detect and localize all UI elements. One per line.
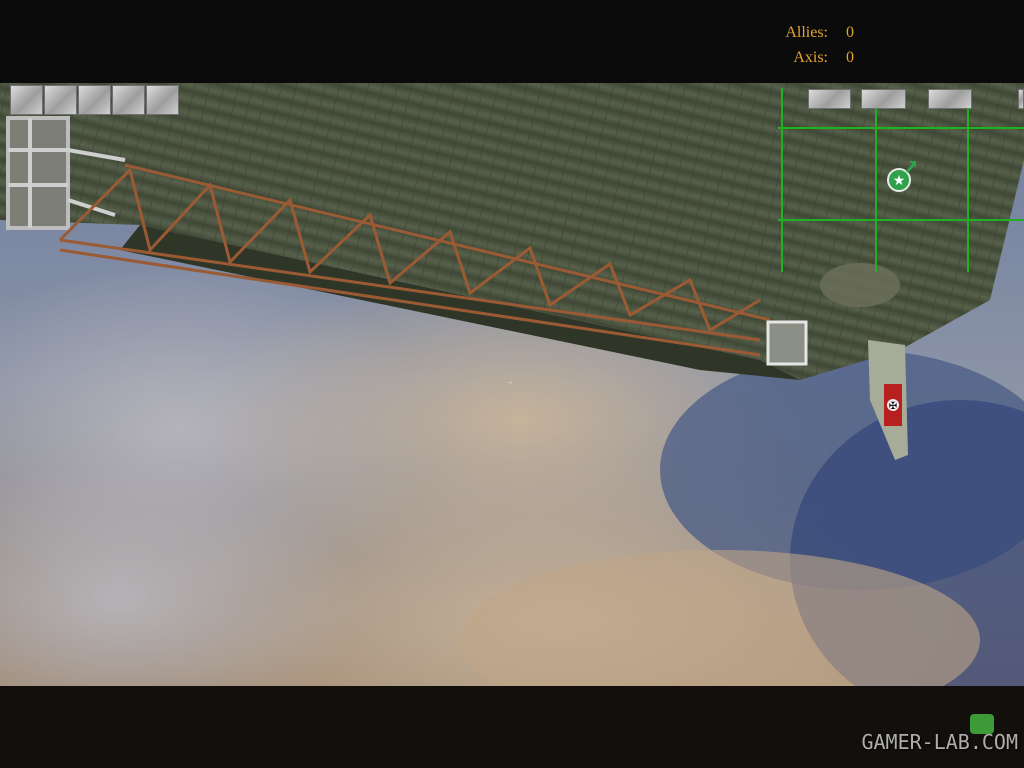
star-marker-icon: ★ bbox=[887, 161, 916, 192]
top-hud-bar bbox=[0, 0, 1024, 83]
allies-score-row: Allies: 0 bbox=[785, 20, 854, 45]
axis-score-row: Axis: 0 bbox=[785, 45, 854, 70]
allies-label: Allies: bbox=[785, 24, 828, 41]
player-slot bbox=[44, 85, 77, 115]
player-slot bbox=[10, 85, 43, 115]
axis-label: Axis: bbox=[793, 49, 828, 66]
player-slot bbox=[112, 85, 145, 115]
gondola-window bbox=[766, 320, 808, 366]
team-score-panel: Allies: 0 Axis: 0 bbox=[785, 20, 854, 70]
crosshair-icon: + bbox=[508, 378, 513, 387]
player-slot bbox=[78, 85, 111, 115]
axis-score: 0 bbox=[846, 49, 854, 66]
bottom-hud-bar bbox=[0, 686, 1024, 768]
svg-text:✠: ✠ bbox=[889, 401, 897, 412]
allies-score: 0 bbox=[846, 24, 854, 41]
watermark-text: GAMER-LAB.COM bbox=[861, 730, 1018, 754]
minimap: ★ bbox=[778, 88, 1024, 272]
player-slot bbox=[146, 85, 179, 115]
svg-text:★: ★ bbox=[893, 173, 906, 189]
